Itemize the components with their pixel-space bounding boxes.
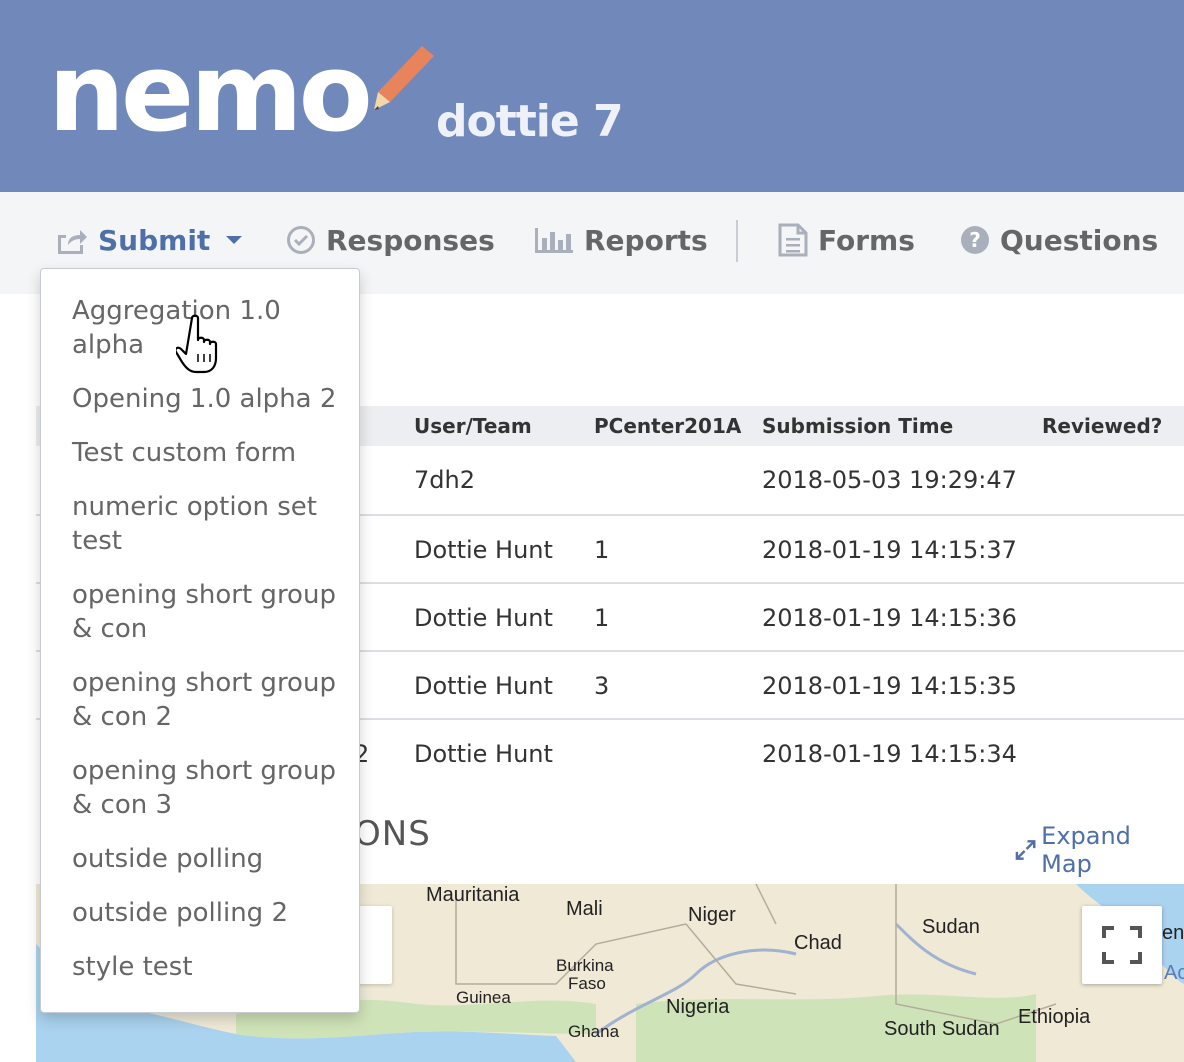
map-label-ghana: Ghana <box>568 1022 620 1041</box>
row-2-pcenter: 1 <box>594 536 610 564</box>
col-header-reviewed[interactable]: Reviewed? <box>1042 414 1162 438</box>
fullscreen-icon <box>1102 926 1142 964</box>
map-label-mali: Mali <box>566 898 603 920</box>
dropdown-item-opening-short-group-3[interactable]: opening short group & con 3 <box>72 754 344 822</box>
document-icon <box>778 223 808 257</box>
row-3-user[interactable]: Dottie Hunt <box>414 604 553 632</box>
nav-questions[interactable]: ? Questions <box>960 222 1158 258</box>
row-5-user[interactable]: Dottie Hunt <box>414 740 553 768</box>
nav-reports[interactable]: Reports <box>534 222 708 258</box>
map-label-burkina: Burkina <box>556 956 614 975</box>
hand-cursor-icon <box>176 314 218 374</box>
map-section-title: ONS <box>354 814 431 854</box>
dropdown-item-outside-polling-2[interactable]: outside polling 2 <box>72 896 344 930</box>
row-3-pcenter: 1 <box>594 604 610 632</box>
row-2-time[interactable]: 2018-01-19 14:15:37 <box>762 536 1017 564</box>
dropdown-item-style-test[interactable]: style test <box>72 950 344 984</box>
svg-text:?: ? <box>969 228 981 252</box>
nav-forms[interactable]: Forms <box>778 222 915 258</box>
col-header-submission-time[interactable]: Submission Time <box>762 414 953 438</box>
row-4-time[interactable]: 2018-01-19 14:15:35 <box>762 672 1017 700</box>
nav-submit-label: Submit <box>98 223 211 257</box>
col-header-pcenter[interactable]: PCenter201A <box>594 414 741 438</box>
map-label-sudan: Sudan <box>922 916 980 938</box>
map-label-nigeria: Nigeria <box>666 996 730 1018</box>
dropdown-item-test-custom-form[interactable]: Test custom form <box>72 436 344 470</box>
bar-chart-icon <box>535 228 573 253</box>
row-5-time[interactable]: 2018-01-19 14:15:34 <box>762 740 1017 768</box>
map-label-chad: Chad <box>794 932 842 954</box>
row-3-time[interactable]: 2018-01-19 14:15:36 <box>762 604 1017 632</box>
pencil-icon <box>374 46 434 110</box>
dropdown-item-opening-short-group[interactable]: opening short group & con <box>72 578 344 646</box>
nav-reports-label: Reports <box>584 223 708 257</box>
nav-forms-label: Forms <box>818 223 915 257</box>
row-1-user[interactable]: 7dh2 <box>414 466 475 494</box>
col-header-user[interactable]: User/Team <box>414 414 532 438</box>
dropdown-item-numeric-option-set[interactable]: numeric option set test <box>72 490 344 558</box>
nav-submit[interactable]: Submit <box>56 222 254 258</box>
expand-map-link[interactable]: Expand Map <box>1014 822 1184 878</box>
check-circle-icon <box>287 226 315 254</box>
caret-down-icon <box>226 236 243 244</box>
row-4-user[interactable]: Dottie Hunt <box>414 672 553 700</box>
row-2-user[interactable]: Dottie Hunt <box>414 536 553 564</box>
map-label-faso: Faso <box>568 974 606 993</box>
nav-responses-label: Responses <box>326 223 495 257</box>
dropdown-item-opening-alpha-2[interactable]: Opening 1.0 alpha 2 <box>72 382 344 416</box>
nav-questions-label: Questions <box>1000 223 1159 257</box>
map-label-mauritania: Mauritania <box>426 884 520 906</box>
map-label-guinea: Guinea <box>456 988 511 1007</box>
row-1-time[interactable]: 2018-05-03 19:29:47 <box>762 466 1017 494</box>
map-label-niger: Niger <box>688 904 736 926</box>
map-label-edge-ac: Ac <box>1164 962 1184 984</box>
nav-responses[interactable]: Responses <box>286 222 495 258</box>
map-label-ethiopia: Ethiopia <box>1018 1006 1091 1028</box>
row-4-pcenter: 3 <box>594 672 610 700</box>
share-icon <box>58 230 87 254</box>
map-label-edge-en: en <box>1162 922 1184 944</box>
mission-name: dottie 7 <box>436 96 624 147</box>
map-label-south-sudan: South Sudan <box>884 1018 1000 1040</box>
expand-icon <box>1015 840 1036 860</box>
expand-map-label: Expand Map <box>1041 822 1131 878</box>
nemo-logo[interactable]: nemo <box>48 40 373 148</box>
dropdown-item-opening-short-group-2[interactable]: opening short group & con 2 <box>72 666 344 734</box>
question-circle-icon: ? <box>961 226 989 254</box>
nav-divider <box>736 220 738 262</box>
map-fullscreen-button[interactable] <box>1082 906 1162 984</box>
dropdown-item-outside-polling[interactable]: outside polling <box>72 842 344 876</box>
